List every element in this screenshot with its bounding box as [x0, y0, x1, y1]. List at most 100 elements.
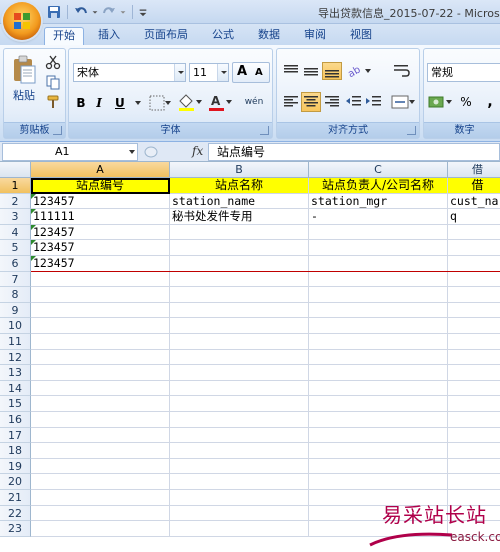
- table-cell[interactable]: [170, 380, 309, 397]
- phonetic-guide-button[interactable]: wén: [239, 93, 269, 111]
- customize-qat-icon[interactable]: [138, 4, 148, 20]
- table-cell[interactable]: [31, 474, 170, 490]
- alignment-launcher-icon[interactable]: [407, 126, 416, 135]
- tab-insert[interactable]: 插入: [92, 27, 126, 45]
- table-cell[interactable]: [448, 334, 500, 350]
- table-cell[interactable]: station_name: [170, 193, 309, 210]
- align-top-icon[interactable]: [282, 63, 300, 79]
- table-cell[interactable]: [170, 443, 309, 459]
- table-cell[interactable]: [31, 396, 170, 412]
- insert-function-button[interactable]: fx: [192, 144, 203, 158]
- decrease-indent-icon[interactable]: [345, 94, 363, 110]
- table-cell[interactable]: 111111: [31, 209, 170, 225]
- table-cell[interactable]: [31, 380, 170, 397]
- table-cell[interactable]: [448, 287, 500, 303]
- table-cell[interactable]: [31, 521, 170, 537]
- format-painter-icon[interactable]: [45, 94, 61, 110]
- paste-button[interactable]: 粘贴: [8, 52, 40, 106]
- table-cell[interactable]: [170, 318, 309, 334]
- table-cell[interactable]: [31, 287, 170, 303]
- table-cell[interactable]: [448, 365, 500, 381]
- table-cell[interactable]: [31, 490, 170, 506]
- italic-button[interactable]: I: [91, 93, 107, 114]
- row-header[interactable]: 22: [0, 505, 31, 522]
- table-cell[interactable]: [309, 349, 448, 366]
- header-cell[interactable]: 站点名称: [170, 178, 309, 194]
- column-header[interactable]: B: [170, 162, 309, 178]
- table-cell[interactable]: [309, 334, 448, 350]
- row-header[interactable]: 11: [0, 334, 31, 350]
- column-header[interactable]: A: [31, 162, 170, 178]
- row-header[interactable]: 19: [0, 458, 31, 475]
- table-cell[interactable]: [31, 349, 170, 366]
- table-cell[interactable]: [309, 443, 448, 459]
- table-cell[interactable]: [170, 412, 309, 428]
- comma-style-button[interactable]: ,: [482, 93, 498, 111]
- orientation-icon[interactable]: ab: [346, 62, 372, 80]
- fill-color-icon[interactable]: [177, 93, 203, 111]
- row-header[interactable]: 18: [0, 443, 31, 459]
- table-cell[interactable]: [309, 256, 448, 272]
- table-cell[interactable]: [170, 256, 309, 272]
- clipboard-launcher-icon[interactable]: [53, 126, 62, 135]
- font-launcher-icon[interactable]: [260, 126, 269, 135]
- table-cell[interactable]: [170, 490, 309, 506]
- align-middle-icon[interactable]: [302, 63, 320, 79]
- table-cell[interactable]: [170, 521, 309, 537]
- table-cell[interactable]: [309, 224, 448, 241]
- error-indicator-icon[interactable]: [31, 256, 36, 261]
- row-header[interactable]: 10: [0, 318, 31, 334]
- number-format-select[interactable]: 常规: [427, 63, 500, 82]
- grow-font-icon[interactable]: A: [237, 64, 247, 79]
- table-cell[interactable]: [448, 225, 500, 241]
- table-cell[interactable]: [309, 458, 448, 475]
- error-indicator-icon[interactable]: [31, 240, 36, 246]
- align-center-button[interactable]: [301, 92, 321, 112]
- table-cell[interactable]: [309, 365, 448, 381]
- table-cell[interactable]: [309, 240, 448, 256]
- error-indicator-icon[interactable]: [31, 224, 36, 230]
- table-cell[interactable]: [309, 412, 448, 428]
- row-header[interactable]: 7: [0, 271, 31, 288]
- font-size-select[interactable]: 11: [189, 63, 229, 82]
- table-cell[interactable]: [170, 474, 309, 490]
- row-header[interactable]: 9: [0, 302, 31, 319]
- wrap-text-icon[interactable]: [392, 62, 412, 80]
- tab-review[interactable]: 审阅: [298, 27, 332, 45]
- table-cell[interactable]: 123457: [31, 193, 170, 210]
- table-cell[interactable]: [31, 271, 170, 288]
- table-cell[interactable]: [309, 271, 448, 288]
- tab-view[interactable]: 视图: [344, 27, 378, 45]
- table-cell[interactable]: [448, 412, 500, 428]
- row-header[interactable]: 14: [0, 380, 31, 397]
- percent-style-button[interactable]: %: [458, 93, 474, 111]
- row-header[interactable]: 8: [0, 287, 31, 303]
- error-indicator-icon[interactable]: [31, 193, 36, 199]
- tab-formulas[interactable]: 公式: [206, 27, 240, 45]
- splitter-handle-icon[interactable]: [144, 145, 158, 159]
- copy-icon[interactable]: [45, 74, 61, 90]
- table-cell[interactable]: 123457: [31, 224, 170, 241]
- table-cell[interactable]: [31, 302, 170, 319]
- table-cell[interactable]: [448, 428, 500, 444]
- undo-dropdown-icon[interactable]: [91, 4, 99, 20]
- table-cell[interactable]: [309, 474, 448, 490]
- table-cell[interactable]: [170, 302, 309, 319]
- underline-dropdown-icon[interactable]: [135, 100, 141, 106]
- column-header[interactable]: C: [309, 162, 448, 178]
- save-icon[interactable]: [46, 4, 62, 20]
- borders-icon[interactable]: [149, 95, 171, 111]
- table-cell[interactable]: [448, 350, 500, 366]
- table-cell[interactable]: [31, 427, 170, 444]
- increase-indent-icon[interactable]: [365, 94, 383, 110]
- table-cell[interactable]: [170, 240, 309, 256]
- row-header[interactable]: 4: [0, 224, 31, 241]
- table-cell[interactable]: 秘书处发件专用: [170, 209, 309, 225]
- table-cell[interactable]: [448, 474, 500, 490]
- table-cell[interactable]: [31, 318, 170, 334]
- error-indicator-icon[interactable]: [31, 209, 36, 215]
- table-cell[interactable]: [448, 240, 500, 256]
- table-cell[interactable]: [170, 334, 309, 350]
- redo-dropdown-icon[interactable]: [119, 4, 127, 20]
- name-box[interactable]: A1: [2, 143, 138, 161]
